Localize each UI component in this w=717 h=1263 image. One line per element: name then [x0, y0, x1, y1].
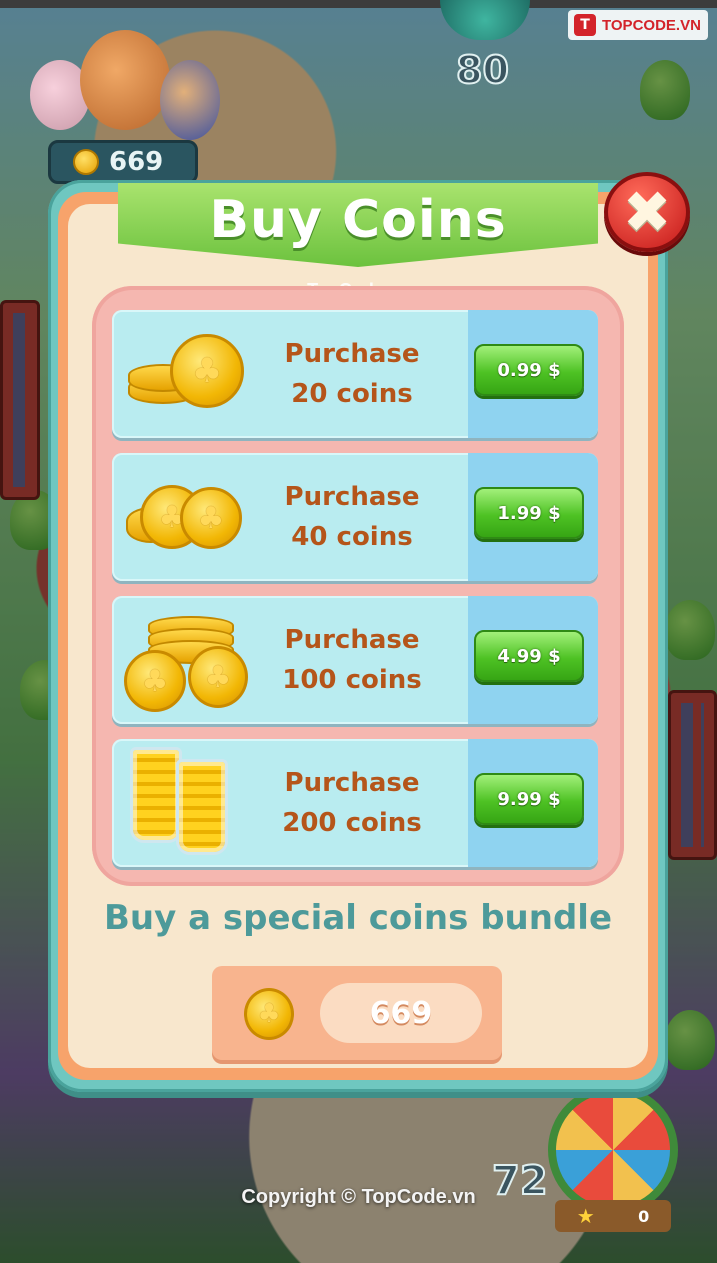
coin-pile-small-icon: ♣ — [124, 324, 254, 424]
pack-label-line2: 20 coins — [291, 379, 413, 409]
coin-balance-value: 669 — [369, 995, 433, 1031]
coin-icon — [73, 149, 99, 175]
coin-pack-200: Purchase 200 coins 9.99 $ — [112, 739, 598, 867]
coin-balance-pill: 669 — [320, 983, 482, 1043]
coin-pile-large-icon: ♣ ♣ — [124, 610, 254, 712]
special-bundle-title: Buy a special coins bundle — [103, 898, 613, 938]
pack-label-line2: 200 coins — [282, 808, 422, 838]
pack-label-line1: Purchase — [284, 768, 420, 798]
buy-button-40[interactable]: 1.99 $ — [474, 487, 584, 539]
pack-label: Purchase 40 coins — [262, 477, 442, 557]
pack-label: Purchase 100 coins — [262, 620, 442, 700]
pack-label-line1: Purchase — [284, 482, 420, 512]
coin-pack-20: ♣ Purchase 20 coins 0.99 $ — [112, 310, 598, 438]
dialog-title: Buy Coins — [209, 190, 507, 250]
wheel-star-count: 0 — [638, 1206, 650, 1226]
coin-pack-100: ♣ ♣ Purchase 100 coins 4.99 $ — [112, 596, 598, 724]
price-label: 9.99 $ — [497, 788, 561, 810]
editor-top-bar — [0, 0, 717, 8]
pack-label: Purchase 20 coins — [262, 334, 442, 414]
pack-label: Purchase 200 coins — [262, 763, 442, 843]
copyright-watermark: Copyright © TopCode.vn — [241, 1186, 476, 1208]
pack-label-line1: Purchase — [284, 625, 420, 655]
pack-label-line2: 100 coins — [282, 665, 422, 695]
close-button[interactable]: ✖ — [604, 172, 690, 252]
coin-glasses-icon — [124, 747, 254, 855]
hud-coin-count: 669 — [109, 147, 164, 177]
price-label: 1.99 $ — [497, 502, 561, 524]
topcode-logo-icon: T — [574, 14, 596, 36]
player-characters — [30, 20, 220, 140]
pack-label-line1: Purchase — [284, 339, 420, 369]
coin-pack-40: ♣ ♣ Purchase 40 coins 1.99 $ — [112, 453, 598, 581]
close-icon: ✖ — [622, 178, 672, 246]
pack-label-line2: 40 coins — [291, 522, 413, 552]
coin-icon: ♣ — [244, 988, 294, 1040]
level-number: 80 — [455, 47, 510, 93]
price-label: 4.99 $ — [497, 645, 561, 667]
buy-button-100[interactable]: 4.99 $ — [474, 630, 584, 682]
hud-coin-counter: 669 — [48, 140, 198, 184]
buy-button-20[interactable]: 0.99 $ — [474, 344, 584, 396]
price-label: 0.99 $ — [497, 359, 561, 381]
watermark-logo: T TOPCODE.VN — [568, 10, 708, 40]
coin-pile-medium-icon: ♣ ♣ — [124, 467, 254, 567]
buy-button-200[interactable]: 9.99 $ — [474, 773, 584, 825]
watermark-brand: TOPCODE.VN — [602, 16, 701, 34]
